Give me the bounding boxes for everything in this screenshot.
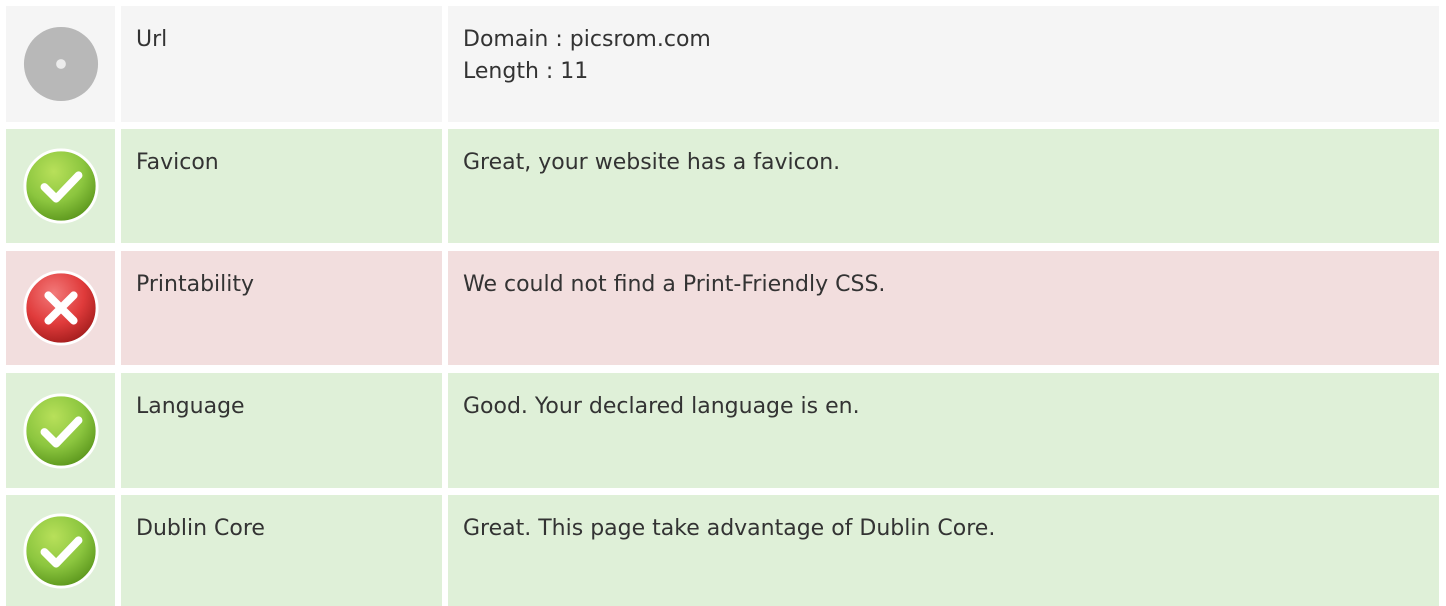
row-label: Language [121, 373, 442, 488]
row-label: Printability [121, 251, 442, 365]
error-circle-icon [22, 270, 99, 346]
row-value: We could not find a Print-Friendly CSS. [448, 251, 1439, 365]
status-cell [6, 251, 115, 365]
row-value: Good. Your declared language is en. [448, 373, 1439, 488]
domain-line: Domain : picsrom.com [463, 27, 711, 52]
row-label: Dublin Core [121, 495, 442, 606]
check-circle-icon [22, 148, 99, 224]
report-row-printability: Printability We could not find a Print-F… [6, 251, 1439, 365]
status-cell [6, 129, 115, 243]
check-circle-icon [22, 392, 99, 469]
length-line: Length : 11 [463, 59, 589, 84]
report-row-url: Url Domain : picsrom.com Length : 11 [6, 6, 1439, 122]
seo-report-table: Url Domain : picsrom.com Length : 11 Fav… [0, 0, 1446, 606]
report-row-language: Language Good. Your declared language is… [6, 373, 1439, 488]
status-cell [6, 495, 115, 606]
status-cell [6, 373, 115, 488]
row-label: Favicon [121, 129, 442, 243]
neutral-circle-icon [23, 26, 98, 102]
check-circle-icon [22, 512, 99, 589]
status-cell [6, 6, 115, 122]
row-value: Great. This page take advantage of Dubli… [448, 495, 1439, 606]
row-value: Domain : picsrom.com Length : 11 [448, 6, 1439, 122]
report-row-dublin-core: Dublin Core Great. This page take advant… [6, 495, 1439, 606]
row-label: Url [121, 6, 442, 122]
report-row-favicon: Favicon Great, your website has a favico… [6, 129, 1439, 243]
row-value: Great, your website has a favicon. [448, 129, 1439, 243]
